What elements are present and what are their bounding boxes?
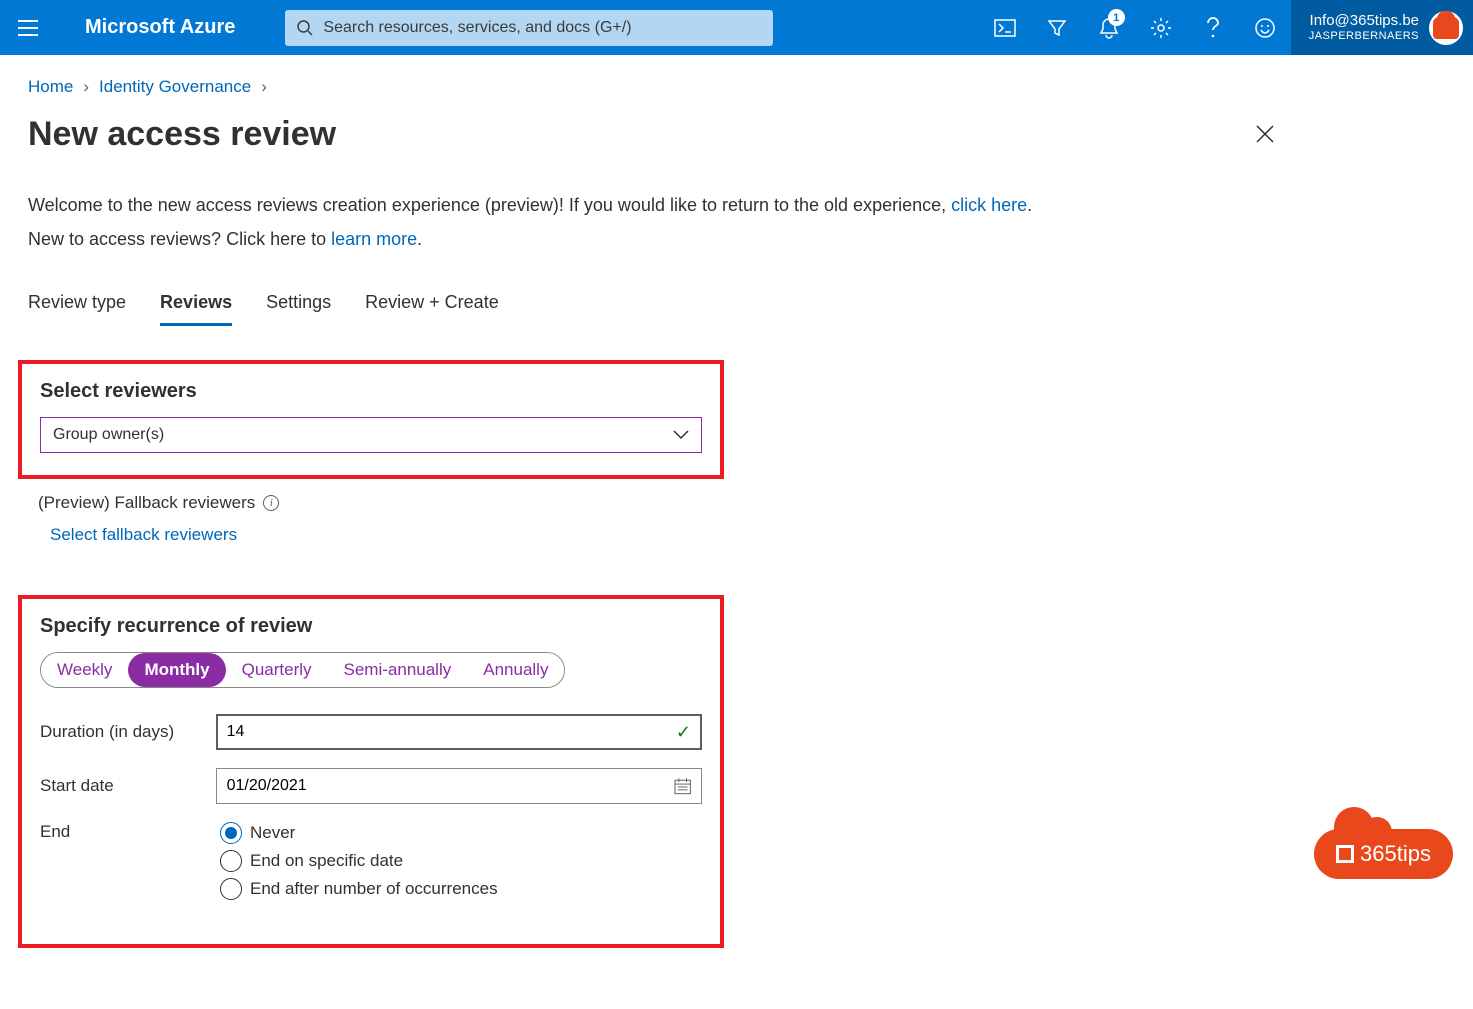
breadcrumb: Home › Identity Governance › (28, 77, 1445, 97)
calendar-icon[interactable] (674, 777, 691, 795)
check-icon: ✓ (676, 722, 691, 743)
smiley-icon (1254, 17, 1276, 39)
fallback-reviewers-label-row: (Preview) Fallback reviewers i (38, 493, 1445, 513)
reviewers-dropdown[interactable]: Group owner(s) (40, 417, 702, 453)
breadcrumb-identity-governance[interactable]: Identity Governance (99, 77, 251, 97)
tab-review-type[interactable]: Review type (28, 286, 126, 326)
account-email: Info@365tips.be (1309, 12, 1419, 30)
pill-weekly[interactable]: Weekly (41, 653, 128, 687)
search-input[interactable] (323, 19, 761, 37)
hamburger-icon (18, 20, 38, 36)
page-title: New access review (28, 115, 336, 154)
reviewers-dropdown-value: Group owner(s) (53, 426, 164, 444)
fallback-reviewers-label: (Preview) Fallback reviewers (38, 493, 255, 513)
tab-settings[interactable]: Settings (266, 286, 331, 326)
radio-never-label: Never (250, 823, 295, 843)
office-icon (1336, 845, 1354, 863)
radio-never[interactable]: Never (220, 822, 498, 844)
notifications-button[interactable]: 1 (1083, 0, 1135, 55)
radio-end-occurrences-label: End after number of occurrences (250, 879, 498, 899)
chevron-right-icon: › (261, 77, 267, 97)
recurrence-pills: Weekly Monthly Quarterly Semi-annually A… (40, 652, 565, 688)
start-date-label: Start date (40, 776, 216, 796)
radio-icon (220, 850, 242, 872)
avatar (1429, 11, 1463, 45)
start-date-input-wrapper[interactable] (216, 768, 702, 804)
pill-annually[interactable]: Annually (467, 653, 564, 687)
cloud-shell-button[interactable] (979, 0, 1031, 55)
radio-end-occurrences[interactable]: End after number of occurrences (220, 878, 498, 900)
welcome-line2-b: . (417, 229, 422, 249)
close-icon (1255, 124, 1275, 144)
top-icons-group: 1 Info@365tips.be JASPERBERNAERS (979, 0, 1473, 55)
welcome-text: Welcome to the new access reviews creati… (28, 188, 1445, 256)
filter-icon (1047, 18, 1067, 38)
info-icon[interactable]: i (263, 495, 279, 511)
select-fallback-reviewers-link[interactable]: Select fallback reviewers (50, 525, 237, 545)
settings-button[interactable] (1135, 0, 1187, 55)
pill-semi-annually[interactable]: Semi-annually (328, 653, 468, 687)
pill-quarterly[interactable]: Quarterly (226, 653, 328, 687)
start-date-input[interactable] (227, 777, 674, 795)
duration-input-wrapper[interactable]: ✓ (216, 714, 702, 750)
top-bar: Microsoft Azure 1 Info@365tips.be JASPER… (0, 0, 1473, 55)
chevron-down-icon (673, 430, 689, 440)
help-icon (1206, 17, 1220, 39)
close-button[interactable] (1255, 124, 1275, 149)
account-directory: JASPERBERNAERS (1309, 30, 1419, 43)
radio-icon (220, 822, 242, 844)
welcome-line2-a: New to access reviews? Click here to (28, 229, 331, 249)
radio-end-specific-date-label: End on specific date (250, 851, 403, 871)
welcome-line1-b: . (1027, 195, 1032, 215)
tab-bar: Review type Reviews Settings Review + Cr… (28, 286, 1445, 326)
duration-input[interactable] (227, 723, 676, 741)
page-body: Home › Identity Governance › New access … (0, 55, 1473, 970)
menu-toggle-button[interactable] (0, 0, 55, 55)
tab-reviews[interactable]: Reviews (160, 286, 232, 326)
radio-icon (220, 878, 242, 900)
recurrence-highlight: Specify recurrence of review Weekly Mont… (18, 595, 724, 948)
cloud-shell-icon (994, 19, 1016, 37)
recurrence-label: Specify recurrence of review (40, 615, 702, 638)
pill-monthly[interactable]: Monthly (128, 653, 225, 687)
account-button[interactable]: Info@365tips.be JASPERBERNAERS (1291, 0, 1473, 55)
feedback-button[interactable] (1239, 0, 1291, 55)
global-search[interactable] (285, 10, 773, 46)
notification-badge: 1 (1108, 9, 1125, 26)
help-button[interactable] (1187, 0, 1239, 55)
end-label: End (40, 822, 220, 842)
old-experience-link[interactable]: click here (951, 195, 1027, 215)
radio-end-specific-date[interactable]: End on specific date (220, 850, 498, 872)
end-radio-group: Never End on specific date End after num… (220, 822, 498, 900)
search-icon (297, 20, 313, 36)
welcome-line1-a: Welcome to the new access reviews creati… (28, 195, 951, 215)
account-text: Info@365tips.be JASPERBERNAERS (1309, 12, 1419, 43)
breadcrumb-home[interactable]: Home (28, 77, 73, 97)
gear-icon (1150, 17, 1172, 39)
duration-label: Duration (in days) (40, 722, 216, 742)
brand-label[interactable]: Microsoft Azure (85, 16, 235, 39)
select-reviewers-label: Select reviewers (40, 380, 702, 403)
tips-badge-text: 365tips (1360, 841, 1431, 867)
directory-filter-button[interactable] (1031, 0, 1083, 55)
chevron-right-icon: › (83, 77, 89, 97)
learn-more-link[interactable]: learn more (331, 229, 417, 249)
tab-review-create[interactable]: Review + Create (365, 286, 499, 326)
select-reviewers-highlight: Select reviewers Group owner(s) (18, 360, 724, 479)
tips-badge[interactable]: 365tips (1314, 829, 1453, 879)
